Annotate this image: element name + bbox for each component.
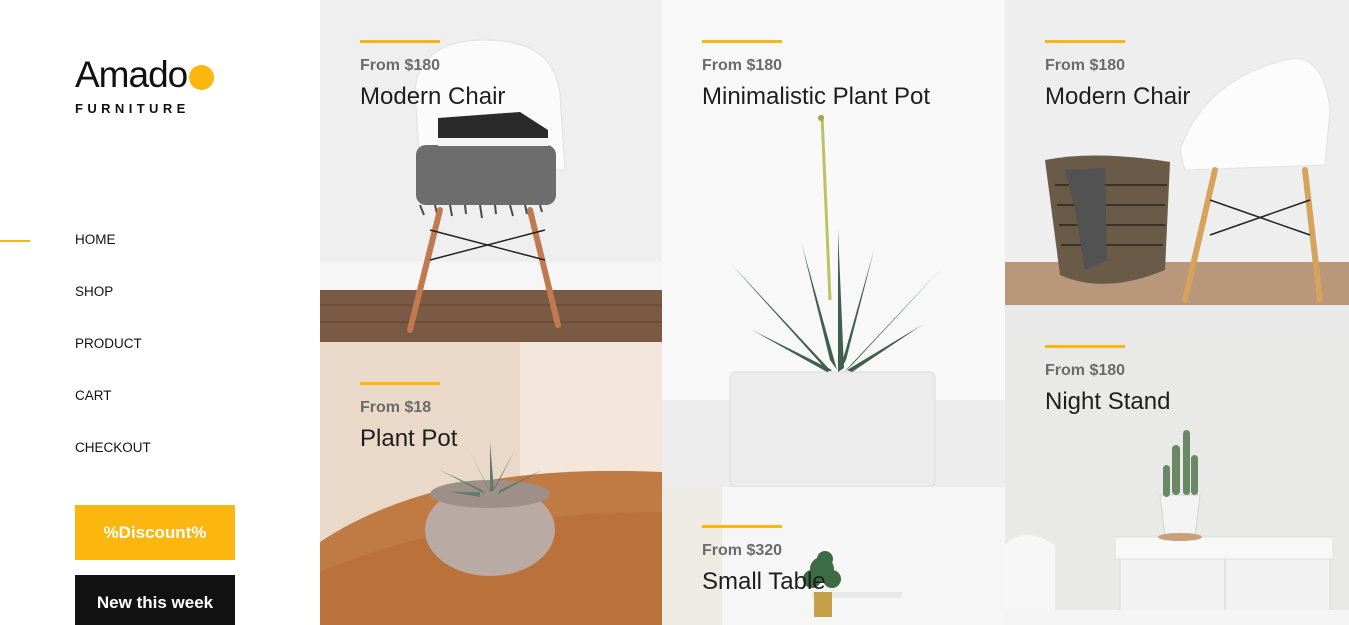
product-caption: From $18 Plant Pot	[360, 382, 457, 453]
product-price: From $180	[1045, 57, 1126, 74]
product-price: From $180	[360, 57, 441, 74]
caption-accent-bar	[702, 40, 782, 43]
product-price: From $320	[702, 542, 783, 559]
caption-accent-bar	[1045, 345, 1125, 348]
product-caption: From $180 Night Stand	[1045, 345, 1170, 416]
nav-active-indicator	[0, 240, 30, 242]
nav-item-home[interactable]: HOME	[75, 232, 151, 284]
product-tile-minimalistic-plant-pot[interactable]: From $180 Minimalistic Plant Pot	[662, 0, 1005, 487]
product-price: From $18	[360, 399, 432, 416]
caption-accent-bar	[702, 525, 782, 528]
nav-item-checkout[interactable]: CHECKOUT	[75, 440, 151, 492]
product-caption: From $180 Minimalistic Plant Pot	[702, 40, 930, 111]
nav-item-product[interactable]: PRODUCT	[75, 336, 151, 388]
product-tile-night-stand[interactable]: From $180 Night Stand	[1005, 305, 1349, 625]
product-tile-modern-chair-basket[interactable]: From $180 Modern Chair	[1005, 0, 1349, 305]
product-price: From $180	[1045, 362, 1126, 379]
product-caption: From $320 Small Table	[702, 525, 826, 596]
logo-text: Amado	[75, 54, 188, 95]
logo[interactable]: Amado FURNITURE	[75, 54, 215, 116]
logo-tagline: FURNITURE	[75, 101, 190, 116]
product-name: Night Stand	[1045, 388, 1171, 415]
product-name: Plant Pot	[360, 425, 458, 452]
logo-wordmark: Amado	[75, 54, 215, 95]
sidebar: Amado FURNITURE HOME SHOP PRODUCT CART C…	[0, 0, 320, 625]
discount-button[interactable]: %Discount%	[75, 505, 235, 560]
logo-dot-icon	[189, 65, 215, 90]
product-price: From $180	[702, 57, 783, 74]
product-name: Minimalistic Plant Pot	[702, 83, 931, 110]
main-nav: HOME SHOP PRODUCT CART CHECKOUT	[75, 232, 151, 492]
product-name: Modern Chair	[1045, 83, 1191, 110]
caption-accent-bar	[360, 40, 440, 43]
product-name: Small Table	[702, 568, 826, 595]
nav-item-shop[interactable]: SHOP	[75, 284, 151, 336]
product-tile-plant-pot[interactable]: From $18 Plant Pot	[320, 342, 662, 625]
product-tile-small-table[interactable]: From $320 Small Table	[662, 487, 1005, 625]
product-tile-modern-chair[interactable]: From $180 Modern Chair	[320, 0, 662, 342]
caption-accent-bar	[360, 382, 440, 385]
nav-item-cart[interactable]: CART	[75, 388, 151, 440]
product-caption: From $180 Modern Chair	[1045, 40, 1190, 111]
product-caption: From $180 Modern Chair	[360, 40, 505, 111]
caption-accent-bar	[1045, 40, 1125, 43]
product-name: Modern Chair	[360, 83, 506, 110]
new-this-week-button[interactable]: New this week	[75, 575, 235, 625]
